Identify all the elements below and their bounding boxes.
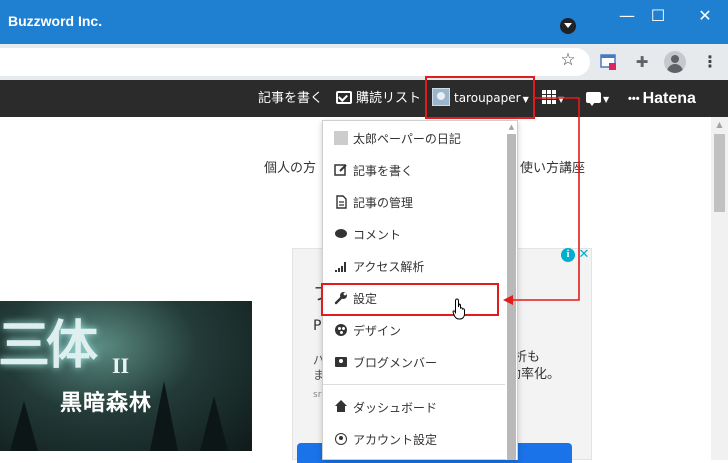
menu-item-comments[interactable]: コメント — [334, 224, 401, 246]
chevron-down-icon: ▼ — [603, 95, 610, 104]
browser-toolbar: ☆ ✚ ⋮ — [0, 44, 728, 80]
menu-item-label: ダッシュボード — [353, 401, 438, 415]
members-icon — [334, 355, 348, 369]
browser-menu-icon[interactable]: ⋮ — [700, 52, 720, 72]
menu-item-write[interactable]: 記事を書く — [334, 160, 413, 182]
comment-icon — [586, 92, 601, 106]
blog-thumbnail-icon — [334, 131, 348, 145]
book-subtitle: 黒暗森林 — [60, 390, 153, 416]
menu-item-label: コメント — [353, 228, 402, 242]
menu-divider — [323, 384, 505, 385]
bar-chart-icon — [334, 259, 348, 273]
minimize-button[interactable]: — — [612, 6, 642, 26]
inbox-icon — [336, 91, 352, 104]
page-scrollbar-thumb[interactable] — [714, 134, 725, 212]
document-icon — [334, 195, 348, 209]
menu-item-members[interactable]: ブログメンバー — [334, 352, 437, 374]
edit-icon — [334, 163, 348, 177]
close-window-button[interactable]: ✕ — [690, 6, 720, 26]
reading-list-label: 購読リスト — [356, 91, 422, 106]
book-cover-image[interactable]: 三体 II 黒暗森林 — [0, 301, 252, 451]
scroll-up-icon[interactable]: ▲ — [711, 117, 728, 133]
menu-item-label: 記事の管理 — [353, 196, 414, 210]
menu-item-label: デザイン — [353, 324, 402, 338]
reading-list-link[interactable]: 購読リスト — [336, 80, 421, 117]
menu-item-design[interactable]: デザイン — [334, 320, 401, 342]
menu-item-account-settings[interactable]: アカウント設定 — [334, 429, 437, 451]
palette-icon — [334, 323, 348, 337]
window-title: Buzzword Inc. — [8, 13, 103, 29]
menu-item-label: 太郎ペーパーの日記 — [353, 132, 461, 146]
extension-icon[interactable] — [598, 52, 618, 72]
highlight-settings-item — [321, 283, 499, 316]
address-bar[interactable] — [0, 48, 590, 76]
menu-item-label: アカウント設定 — [353, 433, 438, 447]
user-circle-icon — [334, 432, 348, 446]
hatena-logo-text: Hatena — [642, 90, 696, 107]
extensions-puzzle-icon[interactable]: ✚ — [632, 52, 652, 72]
menu-item-blog[interactable]: 太郎ペーパーの日記 — [334, 128, 461, 150]
individual-text: 個人の方 — [264, 161, 317, 176]
window-titlebar: Buzzword Inc. — ☐ ✕ — [0, 0, 728, 44]
menu-item-manage[interactable]: 記事の管理 — [334, 192, 413, 214]
menu-item-dashboard[interactable]: ダッシュボード — [334, 397, 437, 419]
profile-dropdown-icon[interactable] — [560, 18, 576, 34]
menu-item-label: アクセス解析 — [353, 260, 425, 274]
book-title: 三体 — [0, 315, 98, 376]
ad-partial-text: sr — [313, 390, 322, 400]
book-volume: II — [112, 353, 130, 378]
maximize-button[interactable]: ☐ — [643, 6, 673, 26]
ad-partial-heading: P — [313, 318, 322, 334]
annotation-arrow — [503, 97, 580, 305]
hatena-header: 記事を書く 購読リスト taroupaper ▼ ▼ ▼ ••• Hatena — [0, 80, 728, 117]
hatena-logo[interactable]: ••• Hatena — [628, 80, 696, 117]
hatena-logo-mark: ••• — [628, 93, 640, 105]
comment-bubble-icon — [334, 227, 348, 241]
browser-account-icon[interactable] — [664, 51, 686, 73]
home-icon — [334, 400, 348, 414]
hand-cursor-icon — [452, 298, 465, 320]
menu-item-label: 記事を書く — [353, 164, 414, 178]
menu-item-label: ブログメンバー — [353, 356, 438, 370]
menu-item-analytics[interactable]: アクセス解析 — [334, 256, 424, 278]
bookmark-star-icon[interactable]: ☆ — [558, 50, 578, 70]
write-article-link[interactable]: 記事を書く — [258, 80, 323, 117]
notifications-button[interactable]: ▼ — [586, 80, 609, 117]
